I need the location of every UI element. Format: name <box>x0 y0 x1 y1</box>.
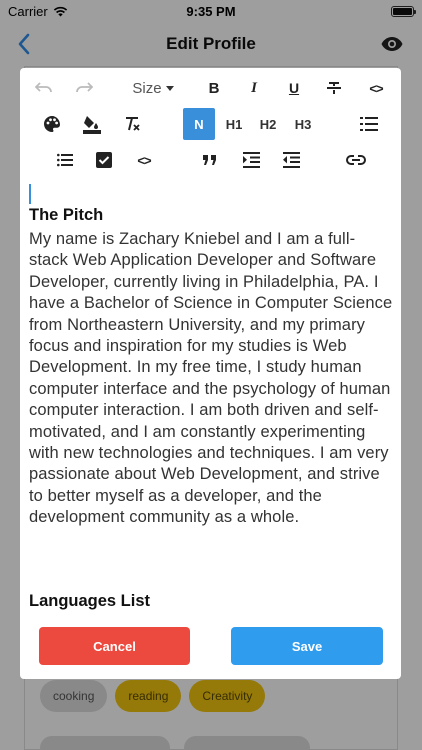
bold-button[interactable]: B <box>198 72 230 104</box>
strikethrough-icon <box>327 82 341 94</box>
palette-icon <box>44 116 60 132</box>
indent-icon <box>242 152 260 168</box>
redo-icon <box>76 82 93 93</box>
heading-1-button[interactable]: H1 <box>218 108 250 140</box>
editor-paragraph: My name is Zachary Kniebel and I am a fu… <box>29 230 393 527</box>
checklist-button[interactable] <box>88 144 120 176</box>
bullet-list-icon <box>57 153 73 167</box>
font-size-select[interactable]: Size <box>128 72 178 104</box>
link-icon <box>346 155 366 165</box>
underline-button[interactable]: U <box>278 72 310 104</box>
fill-bucket-icon <box>83 116 101 134</box>
text-cursor <box>29 184 31 204</box>
undo-icon <box>35 82 52 93</box>
ordered-list-button[interactable] <box>353 108 385 140</box>
normal-text-button[interactable]: N <box>183 108 215 140</box>
editor-heading-2: Languages List <box>29 592 151 610</box>
italic-button[interactable]: I <box>238 72 270 104</box>
toolbar-row-3: <> <box>20 142 401 178</box>
rich-text-editor[interactable]: The Pitch My name is Zachary Kniebel and… <box>28 182 394 618</box>
clear-format-button[interactable] <box>116 108 148 140</box>
strikethrough-button[interactable] <box>318 72 350 104</box>
font-size-label: Size <box>132 79 162 97</box>
ordered-list-icon <box>360 117 378 131</box>
clear-format-icon <box>126 117 140 131</box>
bullet-list-button[interactable] <box>49 144 81 176</box>
indent-button[interactable] <box>235 144 267 176</box>
outdent-button[interactable] <box>275 144 307 176</box>
editor-heading: The Pitch <box>29 206 104 224</box>
rich-text-editor-modal: Size B I U <> N H1 H2 H3 <> The Pitch My… <box>20 68 401 679</box>
quote-icon <box>203 155 216 165</box>
toolbar-row-2: N H1 H2 H3 <box>20 106 401 142</box>
background-color-button[interactable] <box>76 108 108 140</box>
code-button[interactable]: <> <box>360 72 392 104</box>
redo-button[interactable] <box>68 72 100 104</box>
link-button[interactable] <box>340 144 372 176</box>
blockquote-button[interactable] <box>194 144 226 176</box>
heading-2-button[interactable]: H2 <box>252 108 284 140</box>
undo-button[interactable] <box>28 72 60 104</box>
toolbar-row-1: Size B I U <> <box>20 70 401 106</box>
heading-3-button[interactable]: H3 <box>287 108 319 140</box>
cancel-button[interactable]: Cancel <box>39 627 190 665</box>
text-color-button[interactable] <box>36 108 68 140</box>
checkbox-icon <box>96 152 112 168</box>
outdent-icon <box>282 152 300 168</box>
save-button[interactable]: Save <box>231 627 383 665</box>
code-block-button[interactable]: <> <box>128 144 160 176</box>
caret-down-icon <box>165 85 174 91</box>
